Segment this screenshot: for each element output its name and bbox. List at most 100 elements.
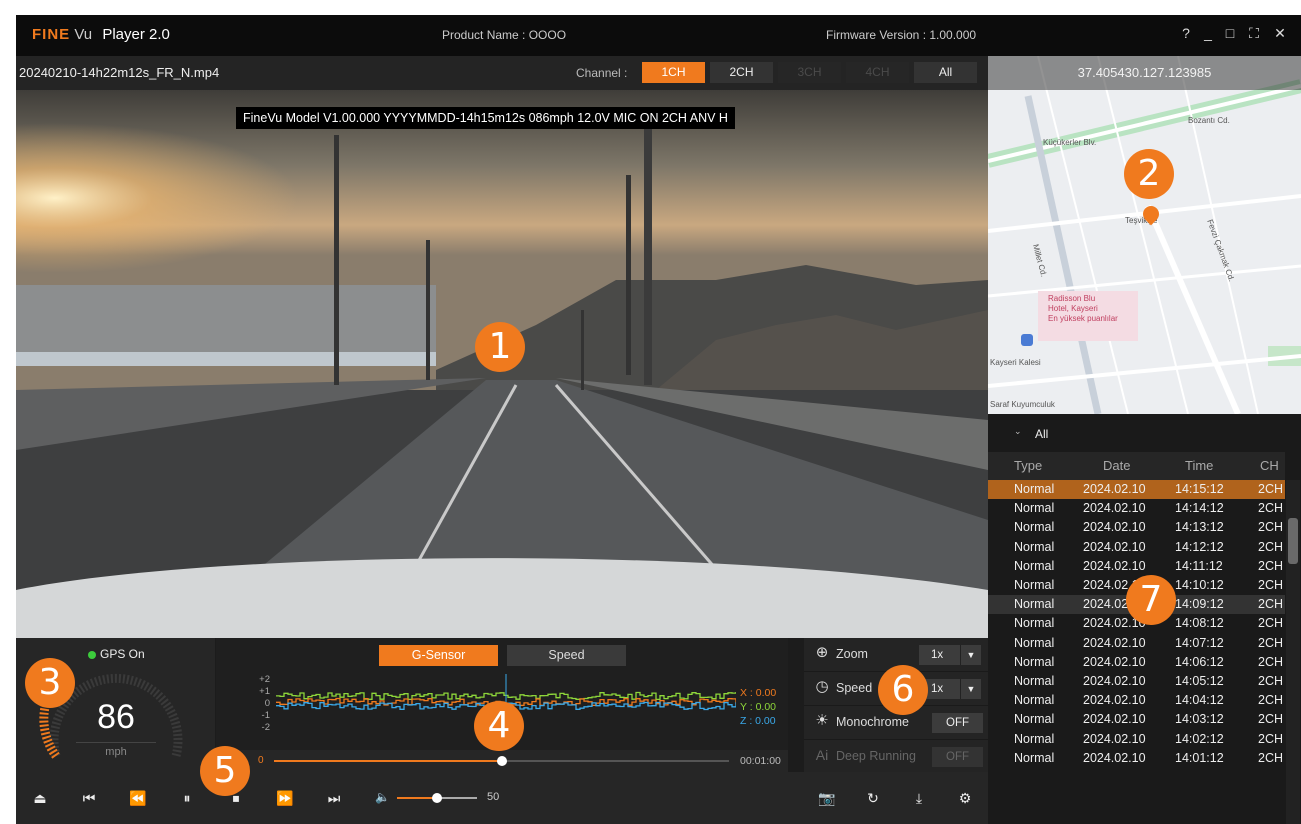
channel-label: Channel : [576,66,628,80]
cell-type: Normal [1014,616,1055,631]
rewind-icon: ⏪ [129,790,147,806]
table-row[interactable]: Normal 2024.02.10 14:13:12 2CH [988,518,1285,537]
cell-date: 2024.02.10 [1083,482,1146,496]
cell-type: Normal [1014,654,1055,669]
fullscreen-button[interactable]: ⛶ [1244,25,1264,42]
channel-all-button[interactable]: All [914,62,977,83]
title-bar: FINE Vu Player 2.0 Product Name : OOOO F… [16,15,1301,56]
map-label: Radisson Blu [1048,294,1096,303]
minimize-button[interactable]: _ [1198,25,1218,41]
rewind-button[interactable]: ⏪ [114,772,162,824]
y-tick: -1 [261,710,270,721]
video-view[interactable]: FineVu Model V1.00.000 YYYYMMDD-14h15m12… [16,90,988,638]
table-row[interactable]: Normal 2024.02.10 14:11:12 2CH [988,557,1285,576]
cell-time: 14:03:12 [1175,712,1224,727]
cell-ch: 2CH [1258,482,1284,496]
app-name: Player 2.0 [102,26,170,43]
next-file-button[interactable]: ⏭ [310,772,358,824]
gps-status: GPS On [100,647,145,661]
table-row[interactable]: Normal 2024.02.10 14:14:12 2CH [988,499,1285,518]
cell-date: 2024.02.10 [1083,539,1146,554]
table-row[interactable]: Normal 2024.02.10 14:15:12 2CH [988,480,1285,500]
speed-select[interactable]: 1x ▼ [919,679,981,699]
cell-date: 2024.02.10 [1083,501,1146,516]
header-time: Time [1185,458,1214,473]
tab-speed[interactable]: Speed [507,645,626,666]
zoom-label: Zoom [836,647,868,661]
table-row[interactable]: Normal 2024.02.10 14:02:12 2CH [988,730,1285,749]
event-filter-dropdown[interactable]: ⌄ All [988,414,1301,452]
playback-controls: ⏏ ⏮ ⏪ ⏸ ⏹ ⏩ ⏭ 🔈 50 5 [16,746,804,824]
eject-button[interactable]: ⏏ [16,772,64,824]
download-button[interactable]: ⤓ [896,772,942,824]
fast-forward-button[interactable]: ⏩ [261,772,309,824]
tab-g-sensor[interactable]: G-Sensor [379,645,498,666]
callout-badge-2: 2 [1124,149,1174,199]
speed-label: Speed [836,681,873,695]
rotate-button[interactable]: ↻ [850,772,896,824]
table-row[interactable]: Normal 2024.02.10 14:07:12 2CH [988,634,1285,653]
monochrome-label: Monochrome [836,715,909,729]
volume-slider[interactable] [397,793,477,803]
map-panel[interactable]: 37.405430.127.123985 Bozantı Cd. Küçüker… [988,56,1301,414]
volume-icon[interactable]: 🔈 [375,790,390,804]
channel-1ch-button[interactable]: 1CH [642,62,705,83]
volume-handle[interactable] [432,793,442,803]
monochrome-toggle[interactable]: OFF [932,713,983,733]
table-row[interactable]: Normal 2024.02.10 14:06:12 2CH [988,653,1285,672]
settings-button[interactable]: ⚙ [942,772,988,824]
timeline-progress [274,760,502,762]
timeline-track[interactable] [274,756,729,766]
callout-badge-6: 6 [878,665,928,715]
header-ch: CH [1260,458,1279,473]
deep-running-label: Deep Running [836,749,916,763]
zoom-select[interactable]: 1x ▼ [919,645,981,665]
cell-time: 14:09:12 [1175,597,1224,612]
cell-time: 14:12:12 [1175,539,1224,554]
map-label: Saraf Kuyumculuk [990,400,1055,409]
cell-time: 14:04:12 [1175,693,1224,708]
product-name: Product Name : OOOO [442,28,567,42]
timeline-start: 0 [258,755,264,766]
table-row[interactable]: Normal 2024.02.10 14:03:12 2CH [988,710,1285,729]
y-tick: -2 [261,722,270,733]
snapshot-button[interactable]: 📷 [804,772,850,824]
cell-date: 2024.02.10 [1083,712,1146,727]
cell-time: 14:13:12 [1175,520,1224,535]
cell-type: Normal [1014,750,1055,765]
channel-3ch-button[interactable]: 3CH [778,62,841,83]
table-row[interactable]: Normal 2024.02.10 14:12:12 2CH [988,538,1285,557]
cell-time: 14:05:12 [1175,674,1224,688]
speedometer-icon: ◷ [815,678,829,695]
event-list-scrollbar[interactable] [1286,480,1300,824]
cell-time: 14:02:12 [1175,731,1224,746]
scrollbar-thumb[interactable] [1288,518,1298,564]
table-row[interactable]: Normal 2024.02.10 14:05:12 2CH [988,672,1285,691]
cell-type: Normal [1014,635,1055,650]
brightness-icon: ☀ [815,712,829,729]
file-bar: 20240210-14h22m12s_FR_N.mp4 Channel : 1C… [16,56,988,90]
video-osd-overlay: FineVu Model V1.00.000 YYYYMMDD-14h15m12… [236,107,735,129]
previous-file-button[interactable]: ⏮ [65,772,113,824]
gps-status-dot [88,651,96,659]
event-list-header: Type Date Time CH [988,452,1285,480]
table-row[interactable]: Normal 2024.02.10 14:01:12 2CH [988,749,1285,768]
landmark-icon [1021,334,1033,346]
cell-ch: 2CH [1258,635,1284,650]
callout-badge-7: 7 [1126,575,1176,625]
speed-select-value: 1x [931,683,944,695]
cell-date: 2024.02.10 [1083,750,1146,765]
close-button[interactable]: ✕ [1270,25,1290,42]
channel-4ch-button[interactable]: 4CH [846,62,909,83]
timeline-handle[interactable] [496,756,507,766]
maximize-button[interactable]: □ [1220,25,1240,41]
channel-2ch-button[interactable]: 2CH [710,62,773,83]
help-button[interactable]: ? [1176,25,1196,41]
x-axis-value: X : 0.00 [740,687,777,699]
cell-ch: 2CH [1258,597,1284,612]
callout-badge-4: 4 [474,701,524,751]
table-row[interactable]: Normal 2024.02.10 14:04:12 2CH [988,691,1285,710]
speed-value: 86 [97,698,135,736]
cell-ch: 2CH [1258,712,1284,727]
deep-running-toggle[interactable]: OFF [932,747,983,767]
